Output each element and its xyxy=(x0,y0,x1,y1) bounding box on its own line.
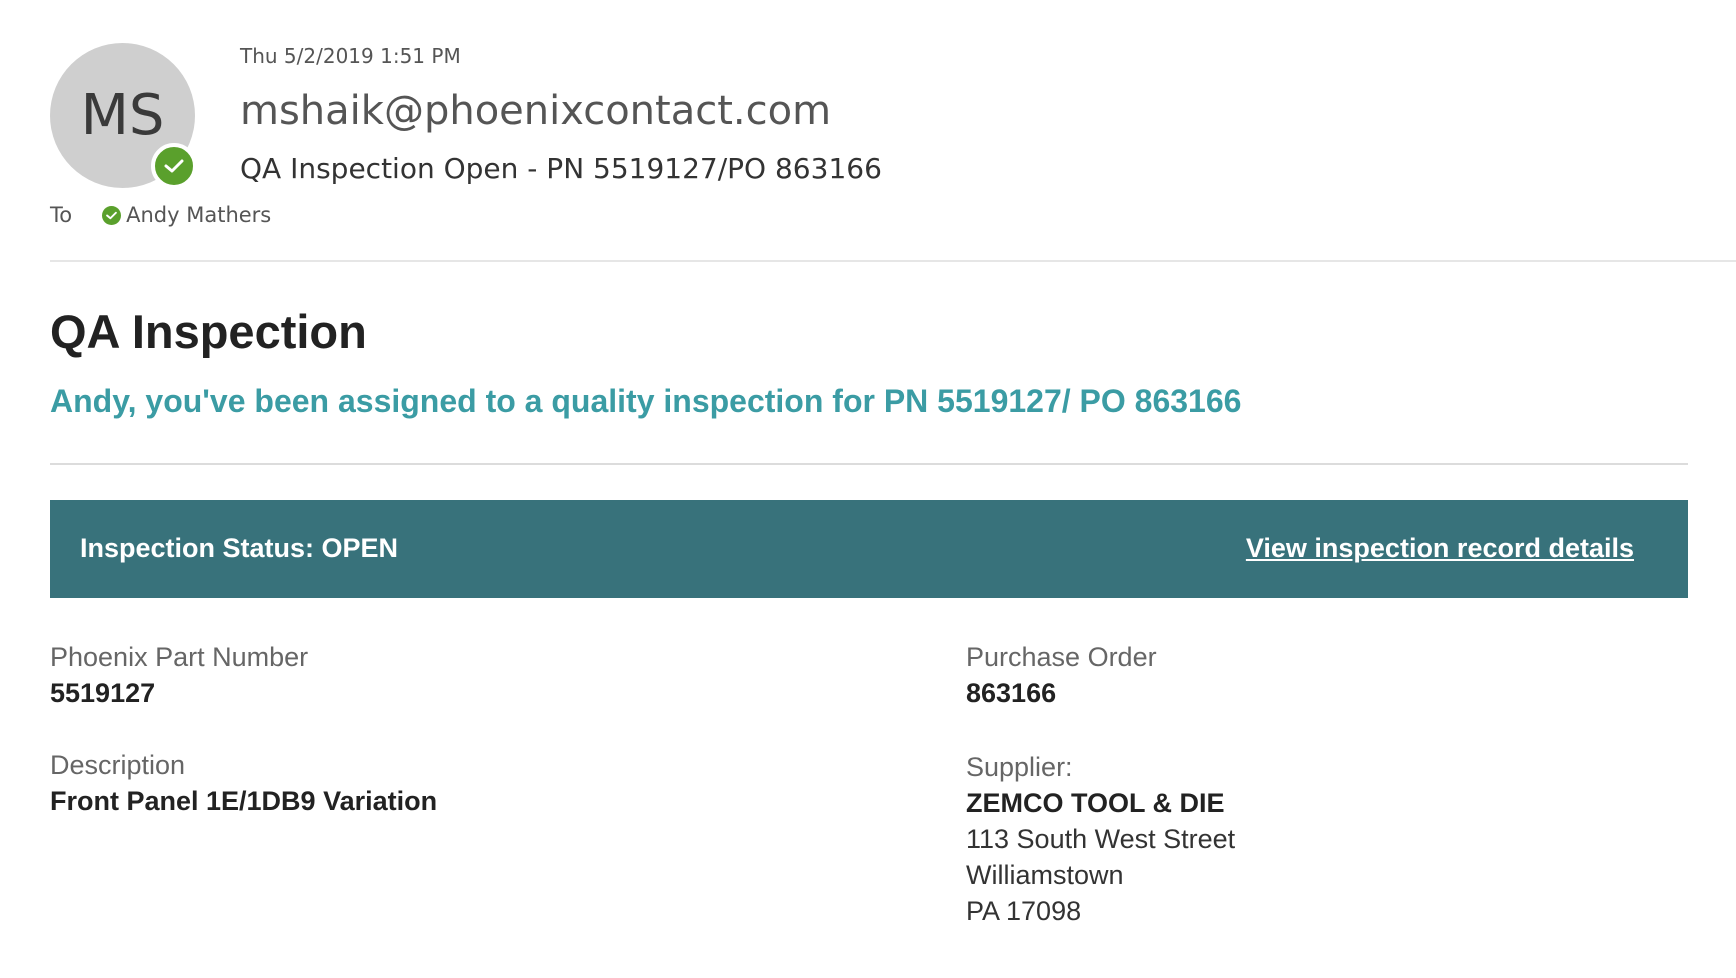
supplier-label: Supplier: xyxy=(966,752,1073,782)
avatar-initials: MS xyxy=(80,83,165,148)
email-subject: QA Inspection Open - PN 5519127/PO 86316… xyxy=(240,152,882,185)
part-number-label: Phoenix Part Number xyxy=(50,642,309,672)
supplier-name: ZEMCO TOOL & DIE xyxy=(966,788,1225,818)
to-label: To xyxy=(50,203,73,227)
assignment-message: Andy, you've been assigned to a quality … xyxy=(50,383,1242,419)
body-divider xyxy=(50,463,1688,465)
email-header: MS Thu 5/2/2019 1:51 PM mshaik@phoenixco… xyxy=(0,0,1736,262)
supplier-street: 113 South West Street xyxy=(966,824,1236,854)
description-value: Front Panel 1E/1DB9 Variation xyxy=(50,786,438,816)
recipient-name[interactable]: Andy Mathers xyxy=(126,203,271,227)
inspection-title: QA Inspection xyxy=(50,305,367,358)
purchase-order-value: 863166 xyxy=(966,678,1057,708)
supplier-city: Williamstown xyxy=(966,860,1124,890)
part-number-value: 5519127 xyxy=(50,678,156,708)
inspection-status: Inspection Status: OPEN xyxy=(80,533,399,563)
sender-address[interactable]: mshaik@phoenixcontact.com xyxy=(240,88,831,134)
view-record-details-link[interactable]: View inspection record details xyxy=(1246,533,1634,564)
purchase-order-label: Purchase Order xyxy=(966,642,1157,672)
available-presence-icon xyxy=(151,143,197,189)
header-divider xyxy=(50,260,1736,262)
sent-date: Thu 5/2/2019 1:51 PM xyxy=(240,44,461,68)
description-label: Description xyxy=(50,750,186,780)
recipient-presence-icon xyxy=(102,205,122,225)
recipients-row: To Andy Mathers xyxy=(50,203,271,227)
inspection-status-bar: Inspection Status: OPEN View inspection … xyxy=(50,500,1688,598)
supplier-state-zip: PA 17098 xyxy=(966,896,1082,926)
